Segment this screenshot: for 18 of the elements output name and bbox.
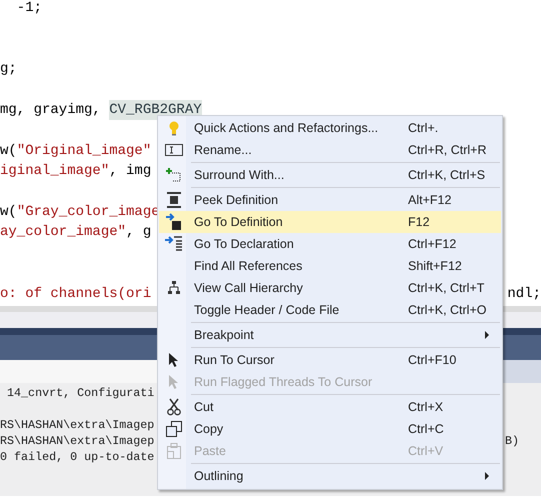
output-text: RS\HASHAN\extra\Imagep <box>0 417 154 433</box>
code-text: iginal_image" <box>0 162 110 182</box>
output-text: B) <box>504 433 520 449</box>
code-text: -1; <box>16 0 42 18</box>
code-text: , g <box>126 223 152 242</box>
code-text: w( <box>0 203 17 222</box>
code-text: o: of channels(ori <box>0 284 152 304</box>
output-text: 0 failed, 0 up-to-date <box>0 449 154 465</box>
code-text: w( <box>0 142 17 161</box>
output-text: RS\HASHAN\extra\Imagep <box>0 433 154 449</box>
code-text: , img <box>109 162 152 182</box>
output-text: 14_cnvrt, Configurati <box>6 385 154 401</box>
code-text: ndl; <box>507 284 541 304</box>
code-text: "Gray_color_image <box>16 203 160 222</box>
code-text: "Original_image" <box>16 142 152 161</box>
code-text: ay_color_image" <box>0 223 126 242</box>
code-text: g; <box>0 60 17 80</box>
code-text: mg, grayimg, <box>0 101 102 120</box>
